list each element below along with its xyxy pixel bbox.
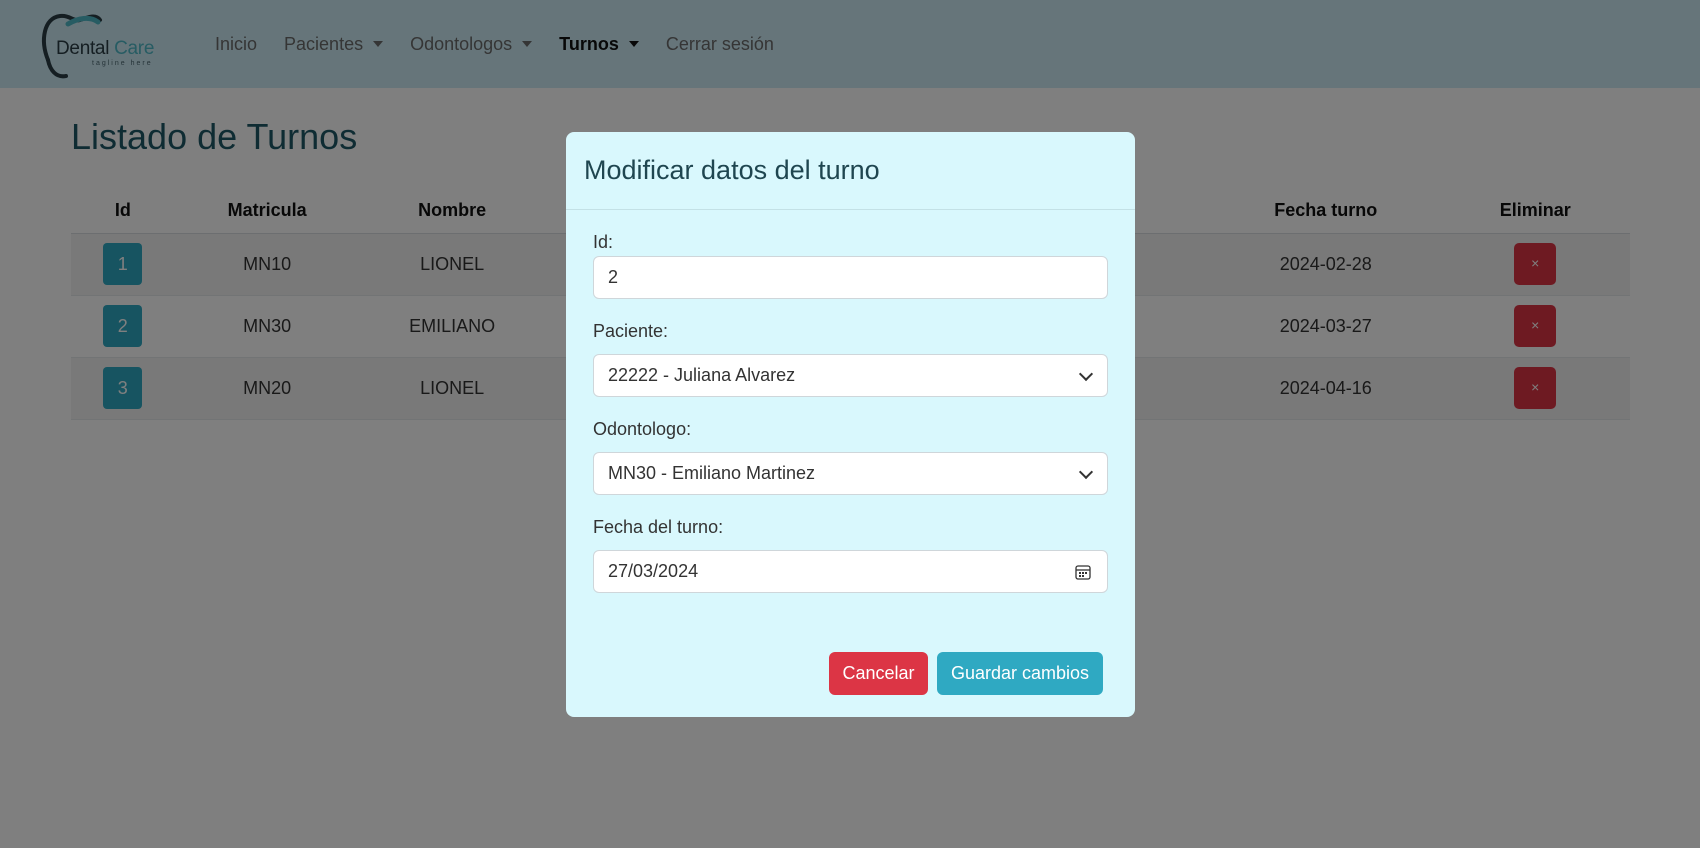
fecha-input[interactable]: 27/03/2024 [593,550,1108,593]
odontologo-select[interactable]: MN30 - Emiliano Martinez [593,452,1108,495]
id-label: Id: [593,232,614,252]
modal-title: Modificar datos del turno [584,155,880,185]
chevron-down-icon [1078,366,1094,382]
cancel-button[interactable]: Cancelar [829,652,928,695]
calendar-icon[interactable] [1075,564,1091,580]
chevron-down-icon [1078,464,1094,480]
odontologo-select-value: MN30 - Emiliano Martinez [608,463,816,483]
id-input-value: 2 [608,267,619,287]
fecha-input-value: 27/03/2024 [608,561,699,581]
odontologo-label: Odontologo: [593,419,692,439]
paciente-select-value: 22222 - Juliana Alvarez [608,365,796,385]
id-input[interactable]: 2 [593,256,1108,299]
paciente-label: Paciente: [593,321,669,341]
modal-header: Modificar datos del turno [566,132,1135,210]
paciente-select[interactable]: 22222 - Juliana Alvarez [593,354,1108,397]
save-button[interactable]: Guardar cambios [937,652,1103,695]
edit-turno-modal: Modificar datos del turno Id: 2 Paciente… [566,132,1135,717]
fecha-label: Fecha del turno: [593,517,724,537]
